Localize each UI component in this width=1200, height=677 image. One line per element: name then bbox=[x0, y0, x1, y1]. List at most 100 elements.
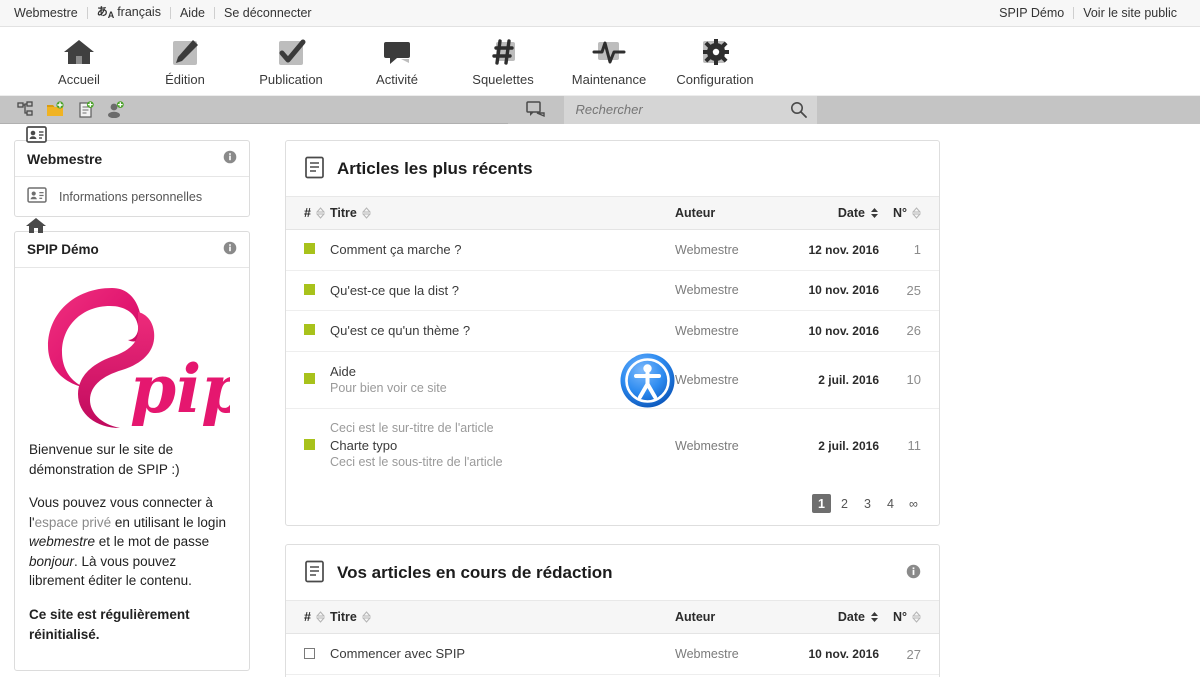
secondary-toolbar bbox=[0, 95, 1200, 124]
nav-item-maintenance[interactable]: Maintenance bbox=[556, 27, 662, 87]
articles-table: # Titre Auteur Date N° Comment ça marche… bbox=[286, 197, 939, 482]
column-header-date[interactable]: Date bbox=[787, 601, 879, 635]
topbar-view-public-link[interactable]: Voir le site public bbox=[1074, 6, 1186, 20]
article-title-cell[interactable]: Comment ça marche ? bbox=[330, 229, 675, 271]
toolbar-quick-actions bbox=[0, 101, 124, 119]
messages-button[interactable] bbox=[507, 95, 564, 124]
article-number: 11 bbox=[907, 438, 922, 454]
article-title-cell[interactable]: Ceci est le sur-titre de l'article Chart… bbox=[330, 409, 675, 483]
article-title-cell[interactable]: Aide Pour bien voir ce site bbox=[330, 351, 675, 410]
search-input[interactable] bbox=[575, 102, 790, 117]
user-card-title: Webmestre bbox=[27, 150, 103, 167]
pagination-page-2[interactable]: 2 bbox=[835, 494, 854, 513]
table-row[interactable]: Ceci est le sur-titre de l'article Chart… bbox=[286, 409, 939, 483]
nav-item-edition[interactable]: Édition bbox=[132, 27, 238, 87]
drafts-table: # Titre Auteur Date N° Commencer avec SP… bbox=[286, 601, 939, 677]
column-header-date[interactable]: Date bbox=[787, 197, 879, 230]
search-icon[interactable] bbox=[790, 101, 807, 118]
column-header-titre[interactable]: Titre bbox=[330, 197, 675, 230]
article-link[interactable]: Qu'est-ce que la dist ? bbox=[330, 283, 459, 298]
add-folder-icon[interactable] bbox=[46, 101, 64, 119]
article-number: 25 bbox=[879, 270, 939, 312]
site-card-title: SPIP Démo bbox=[27, 242, 99, 257]
site-tree-icon[interactable] bbox=[16, 101, 34, 119]
nav-item-accueil[interactable]: Accueil bbox=[26, 27, 132, 87]
id-card-icon bbox=[27, 187, 47, 206]
nav-item-publication[interactable]: Publication bbox=[238, 27, 344, 87]
pagination-page-all[interactable]: ∞ bbox=[904, 494, 923, 513]
topbar-help-link[interactable]: Aide bbox=[171, 6, 214, 20]
article-number: 26 bbox=[879, 310, 939, 352]
article-title-cell[interactable]: Commencer avec SPIP bbox=[330, 633, 675, 675]
topbar-logout-link[interactable]: Se déconnecter bbox=[215, 6, 321, 20]
table-row[interactable]: Aide Pour bien voir ce site Webmestre 2 … bbox=[286, 351, 939, 410]
topbar-user-link[interactable]: Webmestre bbox=[14, 6, 87, 20]
home-icon bbox=[25, 214, 47, 234]
sort-icon bbox=[361, 207, 371, 219]
article-title-cell[interactable]: Qu'est-ce que la dist ? bbox=[330, 270, 675, 312]
id-card-icon bbox=[25, 123, 47, 143]
top-bar-left: Webmestre あA français Aide Se déconnecter bbox=[14, 4, 321, 21]
nav-label: Maintenance bbox=[571, 72, 647, 87]
sort-icon bbox=[871, 612, 878, 623]
article-number: 1 bbox=[879, 229, 939, 271]
table-row[interactable]: Commencer avec SPIP Webmestre 10 nov. 20… bbox=[286, 633, 939, 675]
sort-icon bbox=[361, 611, 371, 624]
article-number: 10 bbox=[879, 351, 939, 410]
gear-icon bbox=[698, 33, 732, 71]
table-row[interactable]: Qu'est-ce que la dist ? Webmestre 10 nov… bbox=[286, 270, 939, 312]
sidebar-item-informations-personnelles[interactable]: Informations personnelles bbox=[15, 177, 249, 216]
pagination-page-4[interactable]: 4 bbox=[881, 494, 900, 513]
pagination-page-1[interactable]: 1 bbox=[812, 494, 831, 514]
pagination-page-3[interactable]: 3 bbox=[858, 494, 877, 513]
status-square-draft bbox=[304, 647, 315, 659]
info-icon[interactable] bbox=[223, 150, 237, 167]
topbar-language-link[interactable]: あA français bbox=[88, 4, 170, 21]
search-box[interactable] bbox=[563, 95, 817, 124]
article-link[interactable]: Comment ça marche ? bbox=[330, 242, 462, 257]
main-content: Articles les plus récents # Titre Auteur… bbox=[265, 124, 1200, 677]
article-link[interactable]: Commencer avec SPIP bbox=[330, 646, 465, 661]
add-article-icon[interactable] bbox=[76, 101, 94, 119]
column-header-titre[interactable]: Titre bbox=[330, 601, 675, 635]
nav-label: Édition bbox=[165, 72, 205, 87]
table-header: # Titre Auteur Date N° bbox=[286, 601, 939, 635]
table-body: Commencer avec SPIP Webmestre 10 nov. 20… bbox=[286, 633, 939, 677]
article-list-icon bbox=[304, 156, 325, 182]
nav-item-configuration[interactable]: Configuration bbox=[662, 27, 768, 87]
table-body: Comment ça marche ? Webmestre 12 nov. 20… bbox=[286, 229, 939, 483]
article-author: Webmestre bbox=[675, 351, 787, 410]
column-header-numero[interactable]: N° bbox=[879, 197, 939, 230]
article-link[interactable]: Charte typo bbox=[330, 438, 397, 453]
article-date: 10 nov. 2016 bbox=[787, 633, 879, 675]
article-list-icon bbox=[304, 560, 325, 586]
article-link[interactable]: Aide bbox=[330, 364, 356, 379]
column-header-num-mark[interactable]: # bbox=[286, 601, 330, 635]
status-badge bbox=[286, 229, 330, 271]
check-icon bbox=[275, 33, 307, 71]
espace-prive-link[interactable]: espace privé bbox=[35, 515, 112, 530]
user-card: Webmestre Informations personnelles bbox=[14, 126, 250, 217]
nav-item-activite[interactable]: Activité bbox=[344, 27, 450, 87]
sort-icon bbox=[912, 611, 921, 624]
pulse-icon bbox=[591, 33, 627, 71]
table-row[interactable]: Comment ça marche ? Webmestre 12 nov. 20… bbox=[286, 229, 939, 271]
nav-item-squelettes[interactable]: Squelettes bbox=[450, 27, 556, 87]
article-link[interactable]: Qu'est ce qu'un thème ? bbox=[330, 323, 470, 338]
status-square-published bbox=[304, 324, 315, 336]
article-subtitle: Ceci est le sous-titre de l'article bbox=[330, 455, 503, 470]
article-date: 2 juil. 2016 bbox=[787, 351, 879, 410]
article-overtitle: Ceci est le sur-titre de l'article bbox=[330, 421, 494, 436]
main-navigation: Accueil Édition Publication Activité Squ… bbox=[0, 27, 1200, 96]
article-title-cell[interactable]: Qu'est ce qu'un thème ? bbox=[330, 310, 675, 352]
column-header-num-mark[interactable]: # bbox=[286, 197, 330, 230]
speech-bubble-icon bbox=[525, 101, 545, 118]
table-row[interactable]: Qu'est ce qu'un thème ? Webmestre 10 nov… bbox=[286, 310, 939, 352]
info-icon[interactable] bbox=[223, 241, 237, 258]
add-user-icon[interactable] bbox=[106, 101, 124, 119]
topbar-site-name[interactable]: SPIP Démo bbox=[990, 6, 1073, 20]
status-square-published bbox=[304, 373, 315, 385]
info-icon[interactable] bbox=[906, 564, 921, 582]
column-header-numero[interactable]: N° bbox=[879, 601, 939, 635]
hash-icon bbox=[487, 33, 519, 71]
